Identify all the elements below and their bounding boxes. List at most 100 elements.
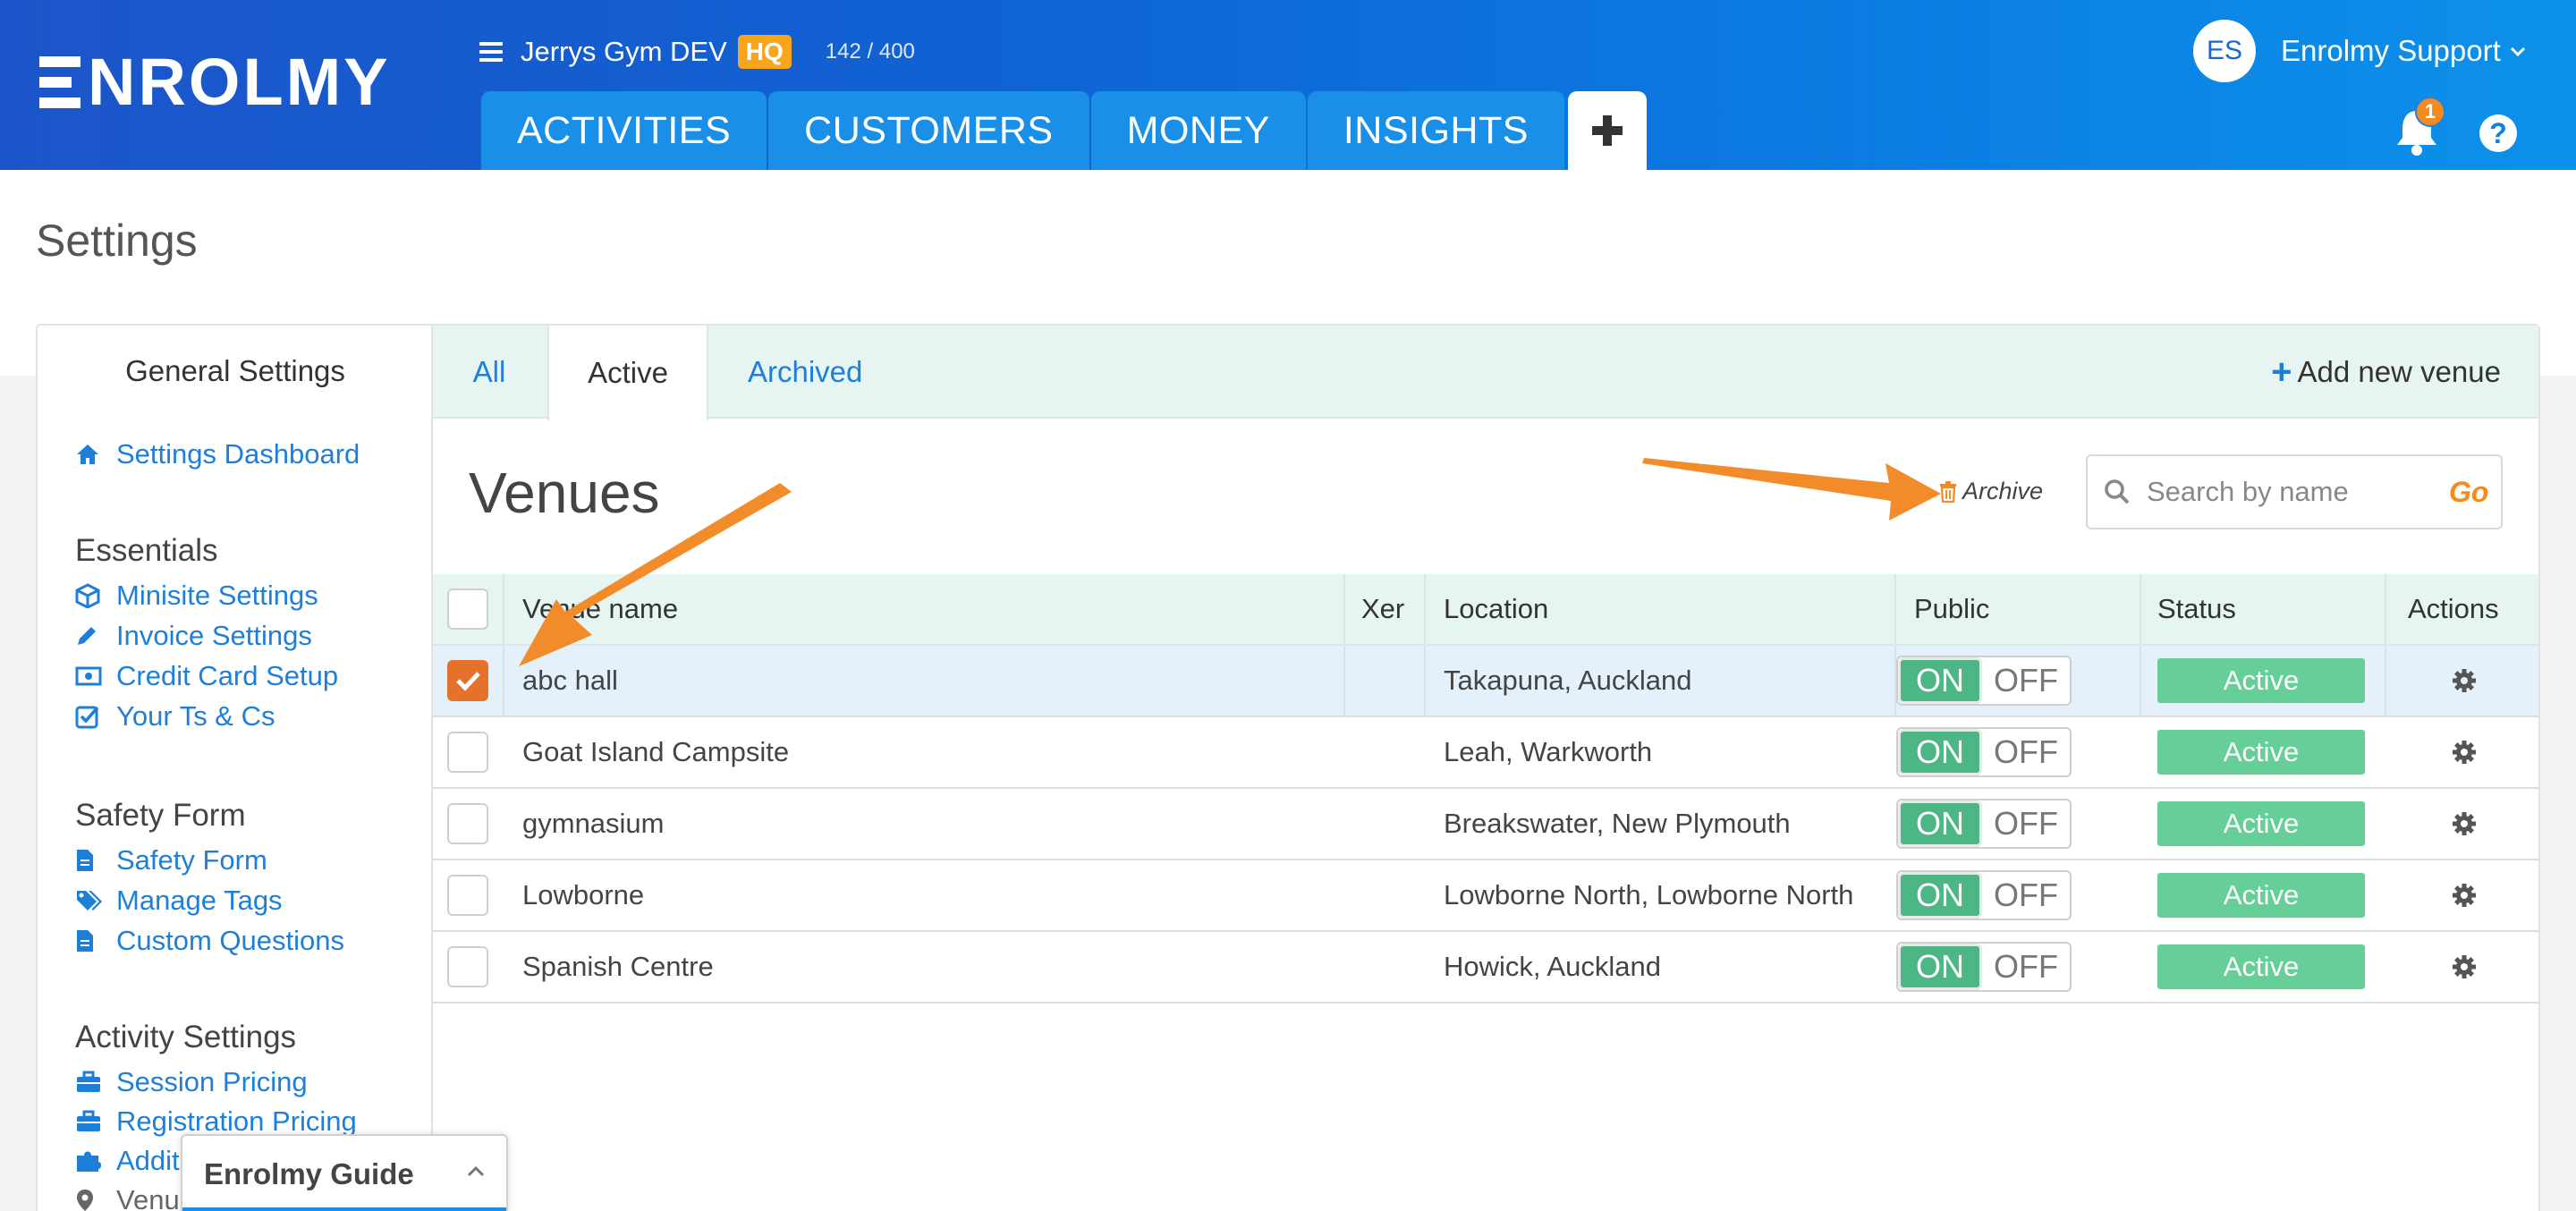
sidebar-item-venues[interactable]: Venu [75,1182,180,1211]
public-toggle[interactable]: ON OFF [1896,717,2072,787]
sidebar-item-label[interactable]: Custom Questions [116,925,344,957]
sidebar-item-label[interactable]: Settings Dashboard [116,438,360,470]
toggle-off[interactable]: OFF [1982,729,2070,775]
col-location[interactable]: Location [1444,574,1548,644]
venue-location: Takapuna, Auckland [1444,665,1692,696]
nav-tab-insights[interactable]: INSIGHTS [1307,91,1564,170]
sidebar-item-manage-tags[interactable]: Manage Tags [75,883,283,919]
sidebar-item-additional[interactable]: Additi [75,1143,186,1179]
sidebar-item-label[interactable]: Safety Form [116,844,267,876]
plus-icon[interactable] [1567,91,1647,170]
sidebar-item-settings-dashboard[interactable]: Settings Dashboard [75,436,360,472]
sidebar-item-label[interactable]: Registration Pricing [116,1105,357,1138]
sidebar-item-label[interactable]: Session Pricing [116,1066,308,1098]
nav-tab-activities[interactable]: ACTIVITIES [481,91,767,170]
org-name[interactable]: Jerrys Gym DEV [521,36,727,68]
trash-icon [1939,480,1957,503]
venue-name[interactable]: Goat Island Campsite [522,717,789,787]
sidebar-item-label[interactable]: Venu [116,1184,180,1211]
venue-name[interactable]: gymnasium [522,789,665,859]
public-toggle[interactable]: ON OFF [1896,646,2072,716]
status-badge: Active [2157,789,2365,859]
user-menu[interactable]: ES Enrolmy Support [2193,20,2526,82]
gear-icon[interactable] [2451,860,2478,930]
sidebar-item-label[interactable]: Invoice Settings [116,620,312,652]
venue-name[interactable]: Spanish Centre [522,932,714,1002]
sidebar-item-label[interactable]: Your Ts & Cs [116,700,275,733]
venues-title: Venues [469,461,660,525]
venue-name[interactable]: Lowborne [522,860,644,930]
toggle-off[interactable]: OFF [1982,657,2070,704]
sidebar-item-label[interactable]: Minisite Settings [116,580,318,612]
help-icon[interactable]: ? [2479,114,2517,152]
logo-text: NROLMY [88,45,391,119]
user-name[interactable]: Enrolmy Support [2281,34,2501,68]
toggle-on[interactable]: ON [1898,729,1982,775]
col-venue-name[interactable]: Venue name [522,574,678,644]
table-row[interactable]: gymnasium Breakswater, New Plymouth ON OF… [433,789,2538,860]
search-go-button[interactable]: Go [2449,476,2488,509]
table-header: Venue name Xer Location Public Status Ac… [433,574,2538,646]
enrolmy-logo[interactable]: NROLMY [39,45,391,119]
table-row[interactable]: Lowborne Lowborne North, Lowborne North … [433,860,2538,932]
nav-tab-customers[interactable]: CUSTOMERS [768,91,1089,170]
sidebar-item-safety-form[interactable]: Safety Form [75,843,267,878]
sidebar-item-label[interactable]: Additi [116,1145,186,1177]
venue-location: Howick, Auckland [1444,951,1661,982]
tags-icon [75,889,107,912]
add-venue-button[interactable]: + Add new venue [2271,326,2501,419]
enrolmy-guide-widget[interactable]: Enrolmy Guide [181,1134,508,1211]
gear-icon[interactable] [2451,789,2478,859]
row-checkbox[interactable] [447,789,488,859]
toggle-off[interactable]: OFF [1982,800,2070,847]
org-switcher[interactable]: Jerrys Gym DEV HQ 142 / 400 [479,32,915,72]
toggle-on[interactable]: ON [1898,657,1982,704]
nav-tab-money[interactable]: MONEY [1090,91,1306,170]
settings-sidebar: General Settings Settings Dashboard Esse… [36,324,431,1211]
gear-icon[interactable] [2451,932,2478,1002]
sidebar-item-custom-questions[interactable]: Custom Questions [75,923,344,959]
toggle-off[interactable]: OFF [1982,944,2070,990]
sidebar-item-ts-cs[interactable]: Your Ts & Cs [75,699,275,734]
sidebar-item-label[interactable]: Credit Card Setup [116,660,338,692]
tab-archived[interactable]: Archived [748,326,862,419]
row-checkbox[interactable] [447,717,488,787]
table-row[interactable]: abc hall Takapuna, Auckland ON OFF Active [433,646,2538,717]
notification-badge: 1 [2415,97,2445,127]
table-row[interactable]: Spanish Centre Howick, Auckland ON OFF Ac… [433,932,2538,1004]
sidebar-heading: General Settings [125,354,345,387]
sidebar-item-invoice-settings[interactable]: Invoice Settings [75,618,312,654]
gear-icon[interactable] [2451,646,2478,716]
tab-active[interactable]: Active [547,326,708,420]
chevron-down-icon[interactable] [2510,39,2526,63]
org-count: 142 / 400 [825,39,915,64]
toggle-off[interactable]: OFF [1982,872,2070,919]
venue-name[interactable]: abc hall [522,646,618,716]
guide-title[interactable]: Enrolmy Guide [204,1157,414,1191]
row-checkbox[interactable] [447,932,488,1002]
toggle-on[interactable]: ON [1898,800,1982,847]
public-toggle[interactable]: ON OFF [1896,932,2072,1002]
page-title: Settings [36,216,198,266]
toggle-on[interactable]: ON [1898,872,1982,919]
tab-all[interactable]: All [433,326,546,419]
sidebar-item-minisite-settings[interactable]: Minisite Settings [75,578,318,614]
search-input[interactable] [2147,476,2442,508]
home-icon [75,443,107,466]
menu-icon[interactable] [479,42,503,62]
row-checkbox[interactable] [447,860,488,930]
archive-button[interactable]: Archive [1939,478,2043,505]
status-badge: Active [2157,932,2365,1002]
sidebar-item-session-pricing[interactable]: Session Pricing [75,1064,308,1100]
gear-icon[interactable] [2451,717,2478,787]
sidebar-item-credit-card-setup[interactable]: Credit Card Setup [75,658,338,694]
row-checkbox[interactable] [447,646,488,716]
chevron-up-icon[interactable] [463,1163,488,1181]
public-toggle[interactable]: ON OFF [1896,789,2072,859]
select-all-checkbox[interactable] [447,574,488,644]
public-toggle[interactable]: ON OFF [1896,860,2072,930]
toggle-on[interactable]: ON [1898,944,1982,990]
table-row[interactable]: Goat Island Campsite Leah, Warkworth ON O… [433,717,2538,789]
sidebar-item-label[interactable]: Manage Tags [116,885,283,917]
avatar[interactable]: ES [2193,20,2256,82]
